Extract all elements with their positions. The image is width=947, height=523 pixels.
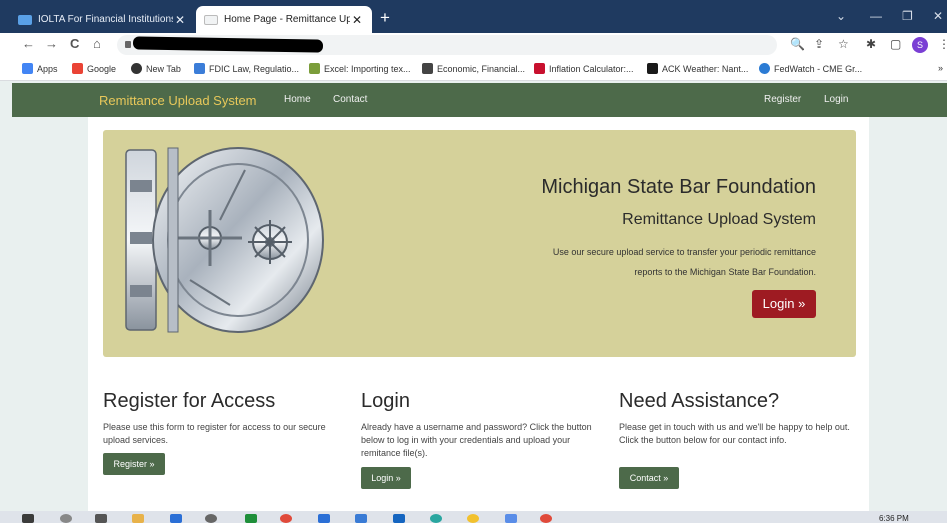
bookmark-label: ACK Weather: Nant... — [662, 63, 749, 74]
bookmark-label: FedWatch - CME Gr... — [774, 63, 863, 74]
globe-icon — [131, 63, 142, 74]
search-icon[interactable] — [60, 514, 72, 523]
minimize-button[interactable]: — — [870, 9, 882, 23]
login-text: Already have a username and password? Cl… — [361, 422, 592, 458]
nav-home-link[interactable]: Home — [284, 94, 311, 105]
tab-search-icon[interactable]: ⌄ — [836, 9, 846, 23]
hero-description-line1: Use our secure upload service to transfe… — [552, 247, 816, 257]
nav-contact-link[interactable]: Contact — [333, 94, 367, 105]
more-bookmarks-icon[interactable]: » — [938, 63, 943, 73]
new-tab-button[interactable]: + — [380, 8, 390, 28]
apps-grid-icon — [22, 63, 33, 74]
menu-icon[interactable]: ⋮ — [938, 37, 947, 51]
site-navbar: Remittance Upload System Home Contact Re… — [12, 83, 947, 117]
nav-login-link[interactable]: Login — [824, 94, 848, 105]
bookmark-apps[interactable]: Apps — [22, 63, 58, 74]
app-icon[interactable] — [355, 514, 367, 523]
google-icon — [72, 63, 83, 74]
assistance-column: Need Assistance? Please get in touch wit… — [619, 390, 864, 447]
app-icon[interactable] — [170, 514, 182, 523]
login-column: Login Already have a username and passwo… — [361, 390, 606, 460]
close-tab-icon[interactable]: ✕ — [173, 13, 187, 27]
app-icon[interactable] — [540, 514, 552, 523]
vault-door-image — [125, 147, 324, 333]
browser-toolbar: ← → C ⌂ 🔍 ⇪ ☆ ✱ ▢ S ⋮ — [0, 33, 947, 57]
bookmark-economic[interactable]: Economic, Financial... — [422, 63, 525, 74]
address-bar[interactable] — [117, 35, 777, 55]
bookmark-weather[interactable]: ACK Weather: Nant... — [647, 63, 748, 74]
book-icon — [422, 63, 433, 74]
bookmark-fedwatch[interactable]: FedWatch - CME Gr... — [759, 63, 862, 74]
bookmark-label: FDIC Law, Regulatio... — [209, 63, 300, 74]
app-icon[interactable] — [505, 514, 517, 523]
contact-button[interactable]: Contact » — [619, 467, 679, 489]
login-button[interactable]: Login » — [361, 467, 411, 489]
task-view-icon[interactable] — [95, 514, 107, 523]
share-icon[interactable]: ⇪ — [814, 37, 824, 51]
register-heading: Register for Access — [103, 390, 276, 412]
assistance-text: Please get in touch with us and we'll be… — [619, 422, 850, 445]
chrome-taskbar-icon[interactable] — [280, 514, 292, 523]
globe-icon — [759, 63, 770, 74]
forward-icon[interactable]: → — [45, 36, 58, 51]
start-icon[interactable] — [22, 514, 34, 523]
hd-icon — [647, 63, 658, 74]
app-icon[interactable] — [205, 514, 217, 523]
zoom-icon[interactable]: 🔍 — [790, 37, 805, 51]
restore-button[interactable]: ❐ — [902, 9, 913, 23]
bookmark-google[interactable]: Google — [72, 63, 116, 74]
windows-taskbar: 6:36 PM — [0, 511, 947, 523]
home-icon[interactable]: ⌂ — [93, 36, 101, 51]
extensions-icon[interactable]: ✱ — [866, 37, 876, 51]
app-icon[interactable] — [430, 514, 442, 523]
app-icon[interactable] — [467, 514, 479, 523]
tab-title: IOLTA For Financial Institutions - — [38, 14, 173, 25]
excel-icon — [309, 63, 320, 74]
register-text: Please use this form to register for acc… — [103, 422, 326, 445]
profile-avatar[interactable]: S — [912, 37, 928, 53]
tab-home-page[interactable]: Home Page - Remittance Upload ✕ — [196, 6, 372, 33]
hero-description-line2: reports to the Michigan State Bar Founda… — [634, 267, 816, 277]
redacted-url — [132, 36, 324, 53]
hero-title: Michigan State Bar Foundation — [541, 176, 816, 198]
bookmark-label: Excel: Importing tex... — [324, 63, 411, 74]
site-favicon-icon — [18, 14, 32, 25]
file-explorer-icon[interactable] — [132, 514, 144, 523]
side-panel-icon[interactable]: ▢ — [890, 37, 901, 51]
bookmark-inflation[interactable]: Inflation Calculator:... — [534, 63, 634, 74]
bookmarks-bar: Apps Google New Tab FDIC Law, Regulatio.… — [0, 57, 947, 81]
bookmark-star-icon[interactable]: ☆ — [838, 37, 849, 51]
bookmark-label: Inflation Calculator:... — [549, 63, 634, 74]
star-icon — [534, 63, 545, 74]
nav-register-link[interactable]: Register — [764, 94, 801, 105]
close-tab-icon[interactable]: ✕ — [350, 13, 364, 27]
login-heading: Login — [361, 390, 410, 412]
bookmark-label: New Tab — [146, 63, 181, 74]
tab-title: Home Page - Remittance Upload — [224, 14, 350, 25]
bookmark-excel[interactable]: Excel: Importing tex... — [309, 63, 411, 74]
excel-taskbar-icon[interactable] — [245, 514, 257, 523]
outlook-taskbar-icon[interactable] — [318, 514, 330, 523]
page-favicon-icon — [204, 14, 218, 25]
browser-tab-strip: IOLTA For Financial Institutions - ✕ Hom… — [0, 0, 947, 33]
hero-login-button[interactable]: Login » — [752, 290, 816, 318]
bookmark-label: Google — [87, 63, 117, 74]
bookmark-fdic[interactable]: FDIC Law, Regulatio... — [194, 63, 299, 74]
register-column: Register for Access Please use this form… — [103, 390, 348, 447]
assistance-heading: Need Assistance? — [619, 390, 780, 412]
back-icon[interactable]: ← — [22, 36, 35, 51]
close-window-button[interactable]: ✕ — [933, 9, 943, 23]
reload-icon[interactable]: C — [70, 36, 79, 51]
fdic-icon — [194, 63, 205, 74]
bookmark-new-tab[interactable]: New Tab — [131, 63, 181, 74]
tab-iolta[interactable]: IOLTA For Financial Institutions - ✕ — [10, 6, 195, 33]
app-icon[interactable] — [393, 514, 405, 523]
lock-icon — [125, 41, 131, 48]
brand-link[interactable]: Remittance Upload System — [99, 93, 257, 108]
bookmark-label: Economic, Financial... — [437, 63, 526, 74]
bookmark-label: Apps — [37, 63, 58, 74]
taskbar-clock: 6:36 PM — [879, 514, 909, 523]
hero-subtitle: Remittance Upload System — [622, 211, 816, 228]
register-button[interactable]: Register » — [103, 453, 165, 475]
